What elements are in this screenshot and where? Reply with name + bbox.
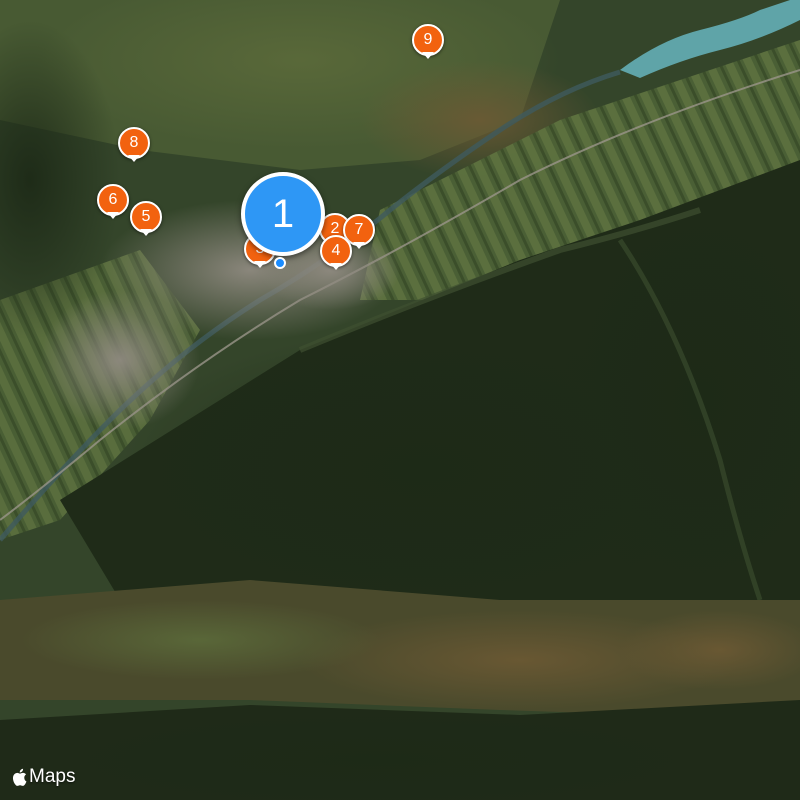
selected-map-pin[interactable]: 1 [241,172,325,256]
map-pin-4[interactable]: 4 [318,233,354,277]
map-pin-6[interactable]: 6 [95,182,131,226]
maps-attribution[interactable]: Maps [12,766,75,788]
map-view[interactable]: 9 8 6 5 2 7 3 4 1 Maps [0,0,800,800]
map-pin-8[interactable]: 8 [116,125,152,169]
map-pin-5[interactable]: 5 [128,199,164,243]
map-pin-9[interactable]: 9 [410,22,446,66]
satellite-terrain [0,0,800,800]
location-dot [274,257,286,269]
apple-logo-icon [12,768,27,786]
attribution-label: Maps [29,766,76,787]
